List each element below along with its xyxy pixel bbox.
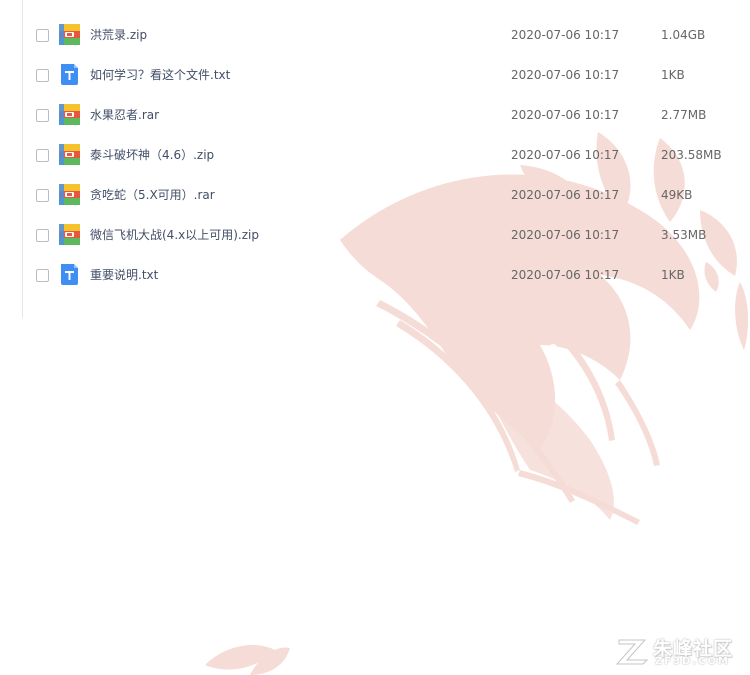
zip-archive-icon (59, 24, 80, 45)
row-checkbox[interactable] (36, 69, 49, 82)
file-modified-date: 2020-07-06 10:17 (511, 228, 620, 242)
file-modified-date: 2020-07-06 10:17 (511, 148, 620, 162)
file-name[interactable]: 如何学习？看这个文件.txt (90, 66, 230, 84)
file-modified-date: 2020-07-06 10:17 (511, 28, 620, 42)
table-row[interactable]: 洪荒录.zip 2020-07-06 10:17 1.04GB (23, 15, 750, 55)
file-size: 1KB (661, 68, 685, 82)
file-modified-date: 2020-07-06 10:17 (511, 268, 620, 282)
row-checkbox[interactable] (36, 149, 49, 162)
text-document-icon (61, 264, 78, 285)
table-row-partial[interactable] (0, 0, 727, 6)
row-checkbox[interactable] (36, 229, 49, 242)
zip-archive-icon (59, 104, 80, 125)
file-size: 3.53MB (661, 228, 707, 242)
file-modified-date: 2020-07-06 10:17 (511, 188, 620, 202)
file-name[interactable]: 微信飞机大战(4.x以上可用).zip (90, 226, 259, 244)
file-name[interactable]: 重要说明.txt (90, 266, 158, 284)
logo-subtitle: ZF3D.COM (655, 656, 730, 667)
file-name[interactable]: 贪吃蛇（5.X可用）.rar (90, 186, 215, 204)
table-row[interactable]: 微信飞机大战(4.x以上可用).zip 2020-07-06 10:17 3.5… (23, 215, 750, 255)
file-modified-date: 2020-07-06 10:17 (511, 108, 620, 122)
file-list-page: 洪荒录.zip 2020-07-06 10:17 1.04GB 如何学习？看这个… (0, 0, 750, 675)
site-logo: 朱峰社区 ZF3D.COM (615, 632, 745, 670)
file-name[interactable]: 水果忍者.rar (90, 106, 159, 124)
row-checkbox[interactable] (36, 269, 49, 282)
zip-archive-icon (59, 144, 80, 165)
text-document-icon (61, 64, 78, 85)
row-checkbox[interactable] (36, 29, 49, 42)
row-checkbox[interactable] (36, 109, 49, 122)
row-checkbox[interactable] (36, 189, 49, 202)
logo-mark-icon (615, 639, 649, 665)
table-row[interactable]: 贪吃蛇（5.X可用）.rar 2020-07-06 10:17 49KB (23, 175, 750, 215)
file-size: 1.04GB (661, 28, 706, 42)
file-name[interactable]: 泰斗破坏神（4.6）.zip (90, 146, 214, 164)
table-row[interactable]: 水果忍者.rar 2020-07-06 10:17 2.77MB (23, 95, 750, 135)
file-size: 2.77MB (661, 108, 707, 122)
zip-archive-icon (59, 224, 80, 245)
file-size: 1KB (661, 268, 685, 282)
file-name[interactable]: 洪荒录.zip (90, 26, 147, 44)
table-row[interactable]: 如何学习？看这个文件.txt 2020-07-06 10:17 1KB (23, 55, 750, 95)
table-row[interactable]: 重要说明.txt 2020-07-06 10:17 1KB (23, 255, 750, 295)
table-row[interactable]: 泰斗破坏神（4.6）.zip 2020-07-06 10:17 203.58MB (23, 135, 750, 175)
file-size: 203.58MB (661, 148, 722, 162)
file-modified-date: 2020-07-06 10:17 (511, 68, 620, 82)
zip-archive-icon (59, 184, 80, 205)
file-size: 49KB (661, 188, 693, 202)
